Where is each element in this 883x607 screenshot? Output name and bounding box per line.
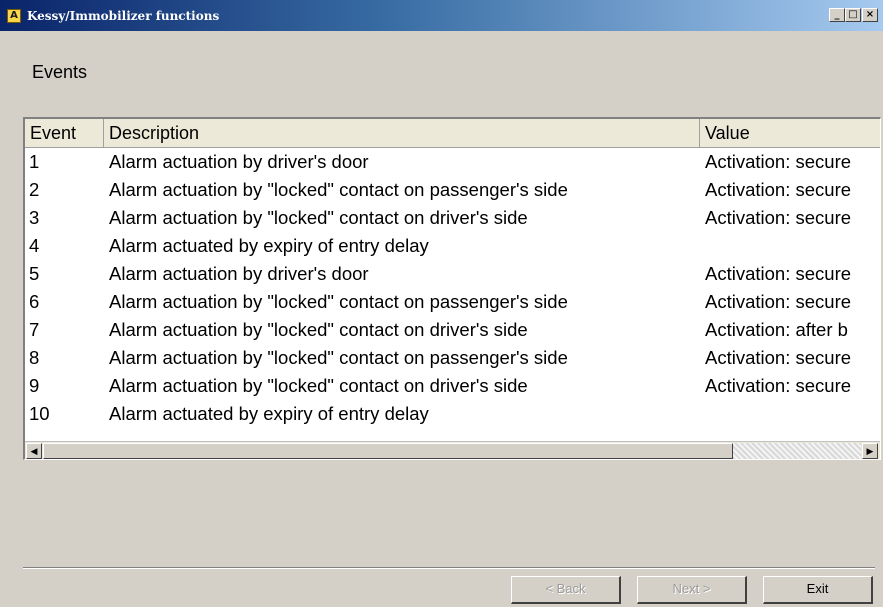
back-button[interactable]: < Back <box>511 576 621 604</box>
table-row[interactable]: 9 Alarm actuation by "locked" contact on… <box>25 372 880 400</box>
event-value: Activation: secure <box>705 207 852 228</box>
dialog-window: A Kessy/Immobilizer functions _ □ × Even… <box>0 0 883 607</box>
page-heading: Events <box>32 62 88 82</box>
list-rows: 1 Alarm actuation by driver's door Activ… <box>25 148 880 428</box>
event-value <box>705 400 880 428</box>
event-number: 7 <box>29 319 40 340</box>
maximize-button[interactable]: □ <box>845 8 861 22</box>
event-value <box>705 232 880 260</box>
event-value: Activation: after b <box>705 319 848 340</box>
event-number: 1 <box>29 151 40 172</box>
event-number: 2 <box>29 179 40 200</box>
event-value: Activation: secure <box>705 179 852 200</box>
event-number: 10 <box>29 403 50 424</box>
event-value: Activation: secure <box>705 347 852 368</box>
event-description: Alarm actuated by expiry of entry delay <box>109 235 429 256</box>
event-number: 6 <box>29 291 40 312</box>
event-description: Alarm actuation by "locked" contact on p… <box>109 291 568 312</box>
scroll-right-icon[interactable]: ▶ <box>862 443 878 459</box>
event-description: Alarm actuation by "locked" contact on d… <box>109 207 528 228</box>
scroll-left-icon[interactable]: ◀ <box>26 443 42 459</box>
table-row[interactable]: 6 Alarm actuation by "locked" contact on… <box>25 288 880 316</box>
table-row[interactable]: 1 Alarm actuation by driver's door Activ… <box>25 148 880 176</box>
event-description: Alarm actuation by "locked" contact on d… <box>109 319 528 340</box>
events-list[interactable]: Event Description Value 1 Alarm actuatio… <box>23 117 881 460</box>
column-header-description[interactable]: Description <box>104 119 700 147</box>
list-header: Event Description Value <box>25 119 880 148</box>
event-number: 3 <box>29 207 40 228</box>
app-icon: A <box>7 9 21 23</box>
next-button[interactable]: Next > <box>637 576 747 604</box>
table-row[interactable]: 10 Alarm actuated by expiry of entry del… <box>25 400 880 428</box>
window-title: Kessy/Immobilizer functions <box>27 9 220 23</box>
event-number: 5 <box>29 263 40 284</box>
event-value: Activation: secure <box>705 375 852 396</box>
event-description: Alarm actuated by expiry of entry delay <box>109 403 429 424</box>
event-number: 8 <box>29 347 40 368</box>
horizontal-scrollbar[interactable]: ◀ ▶ <box>25 441 880 459</box>
scrollbar-thumb[interactable] <box>43 443 733 459</box>
table-row[interactable]: 4 Alarm actuated by expiry of entry dela… <box>25 232 880 260</box>
event-value: Activation: secure <box>705 151 852 172</box>
event-value: Activation: secure <box>705 263 852 284</box>
column-header-value[interactable]: Value <box>700 119 880 147</box>
table-row[interactable]: 7 Alarm actuation by "locked" contact on… <box>25 316 880 344</box>
event-description: Alarm actuation by "locked" contact on p… <box>109 179 568 200</box>
title-bar[interactable]: A Kessy/Immobilizer functions _ □ × <box>0 0 883 31</box>
table-row[interactable]: 5 Alarm actuation by driver's door Activ… <box>25 260 880 288</box>
event-description: Alarm actuation by driver's door <box>109 151 369 172</box>
column-header-event[interactable]: Event <box>25 119 104 147</box>
event-description: Alarm actuation by "locked" contact on d… <box>109 375 528 396</box>
table-row[interactable]: 3 Alarm actuation by "locked" contact on… <box>25 204 880 232</box>
event-description: Alarm actuation by driver's door <box>109 263 369 284</box>
event-description: Alarm actuation by "locked" contact on p… <box>109 347 568 368</box>
event-number: 9 <box>29 375 40 396</box>
table-row[interactable]: 2 Alarm actuation by "locked" contact on… <box>25 176 880 204</box>
table-row[interactable]: 8 Alarm actuation by "locked" contact on… <box>25 344 880 372</box>
event-number: 4 <box>29 235 40 256</box>
event-value: Activation: secure <box>705 291 852 312</box>
footer-divider <box>23 567 875 569</box>
close-button[interactable]: × <box>862 8 878 22</box>
minimize-button[interactable]: _ <box>829 8 845 22</box>
scrollbar-track[interactable] <box>733 443 861 459</box>
exit-button[interactable]: Exit <box>763 576 873 604</box>
